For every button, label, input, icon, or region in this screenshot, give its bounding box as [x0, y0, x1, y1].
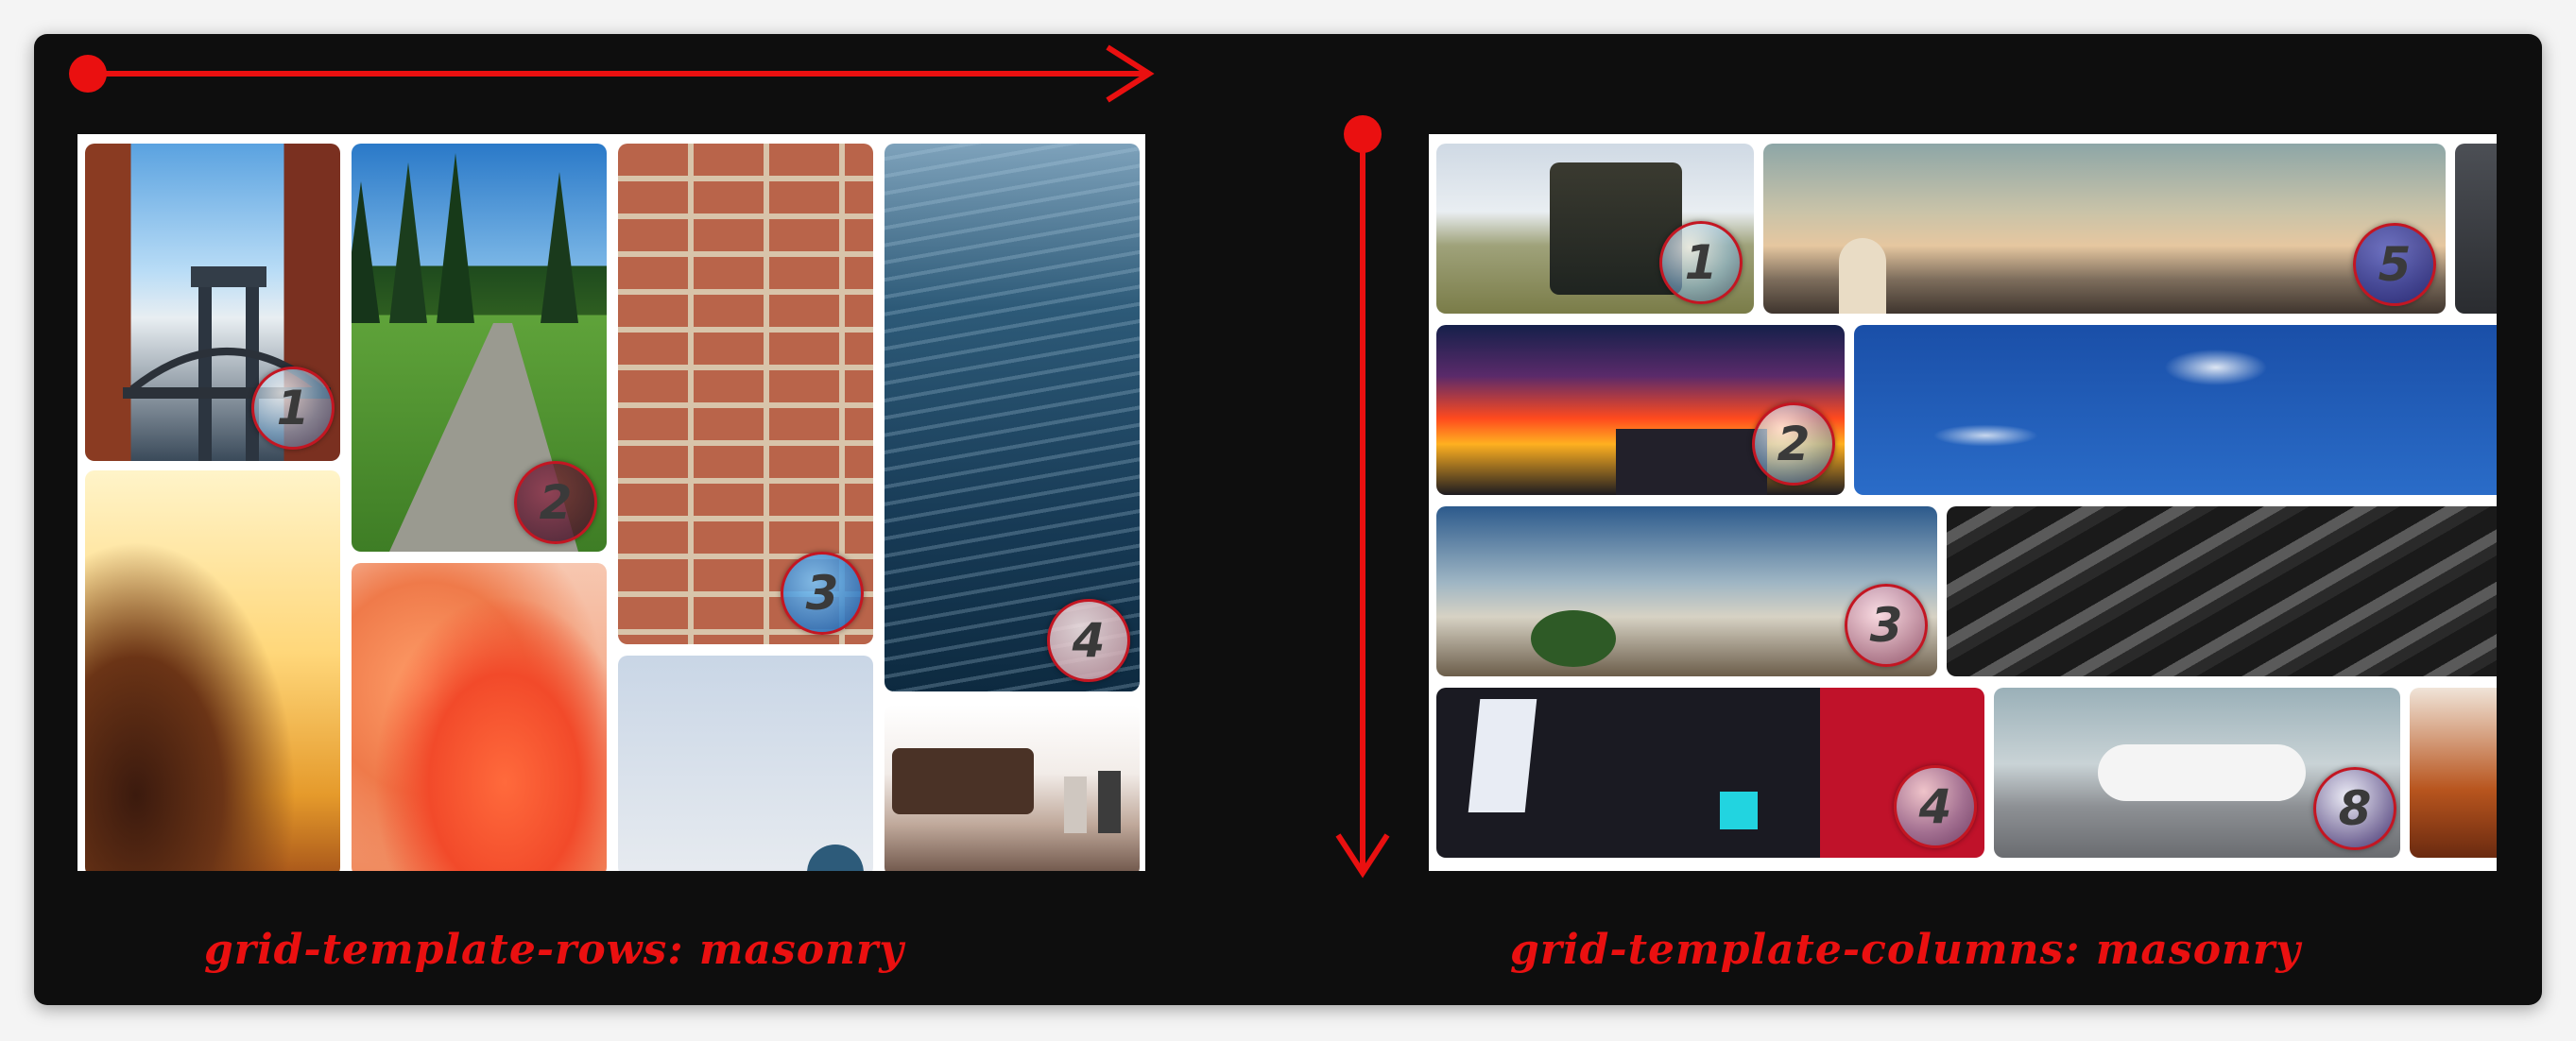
badge-1: 1: [1659, 221, 1743, 304]
old-truck-photo: 1: [1436, 144, 1754, 314]
edge-photo: [2455, 144, 2497, 314]
pale-sky-photo: [618, 656, 873, 871]
badge-number: 2: [1777, 417, 1811, 471]
caption-columns-masonry: grid-template-columns: masonry: [1510, 926, 2301, 974]
sunlit-hair-photo: [85, 470, 340, 871]
shaker-shape: [1064, 776, 1087, 833]
person-shape: [1839, 238, 1886, 314]
badge-number: 1: [276, 381, 310, 435]
badge-5: 5: [2353, 223, 2436, 306]
airplane-photo: 8: [1994, 688, 2400, 858]
badge-number: 5: [2378, 237, 2412, 292]
path-in-woods-photo: 2: [352, 144, 607, 552]
water-surface-photo: 4: [884, 144, 1140, 691]
columns-masonry-panel: 1 5 2 3 4 8: [1429, 134, 2497, 871]
plane-shape: [2098, 744, 2306, 801]
badge-8: 8: [2313, 767, 2396, 850]
brick-wall-photo: 3: [618, 144, 873, 644]
badge-number: 8: [2338, 781, 2372, 836]
badge-1: 1: [251, 367, 335, 450]
dark-shape: [807, 845, 864, 871]
sunset-city-photo: 2: [1436, 325, 1845, 495]
chair-shape: [892, 748, 1034, 814]
badge-number: 1: [1684, 235, 1718, 290]
badge-4: 4: [1894, 765, 1977, 848]
cafe-table-photo: [884, 705, 1140, 871]
badge-4: 4: [1047, 599, 1130, 682]
badge-number: 3: [1869, 598, 1903, 653]
diagram-frame: 1 2 3 4 1 5 2 3 4 8 grid-template-rows: …: [34, 34, 2542, 1005]
arrow-down-icon: [1335, 115, 1390, 879]
sign-shape: [1720, 792, 1758, 829]
caption-rows-masonry: grid-template-rows: masonry: [204, 926, 904, 974]
skyline-shape: [1616, 429, 1767, 495]
clouds-horizon-photo: 5: [1763, 144, 2446, 314]
billboard-shape: [1468, 699, 1537, 812]
mountain-tree-photo: 3: [1436, 506, 1937, 676]
badge-number: 4: [1072, 613, 1106, 668]
badge-number: 4: [1918, 779, 1952, 834]
badge-number: 2: [539, 475, 573, 530]
badge-3: 3: [1845, 584, 1928, 667]
rows-masonry-panel: 1 2 3 4: [77, 134, 1145, 871]
orange-flower-photo: [352, 563, 607, 871]
badge-3: 3: [781, 552, 864, 635]
bridge-photo: 1: [85, 144, 340, 461]
badge-number: 3: [805, 566, 839, 621]
badge-2: 2: [514, 461, 597, 544]
shaker-shape: [1098, 771, 1121, 833]
tree-shape: [1531, 610, 1616, 667]
food-photo: [2410, 688, 2497, 858]
blue-sky-photo: [1854, 325, 2497, 495]
architecture-photo: [1947, 506, 2497, 676]
night-city-photo: 4: [1436, 688, 1984, 858]
arrow-right-icon: [69, 44, 1155, 103]
badge-2: 2: [1752, 402, 1835, 486]
